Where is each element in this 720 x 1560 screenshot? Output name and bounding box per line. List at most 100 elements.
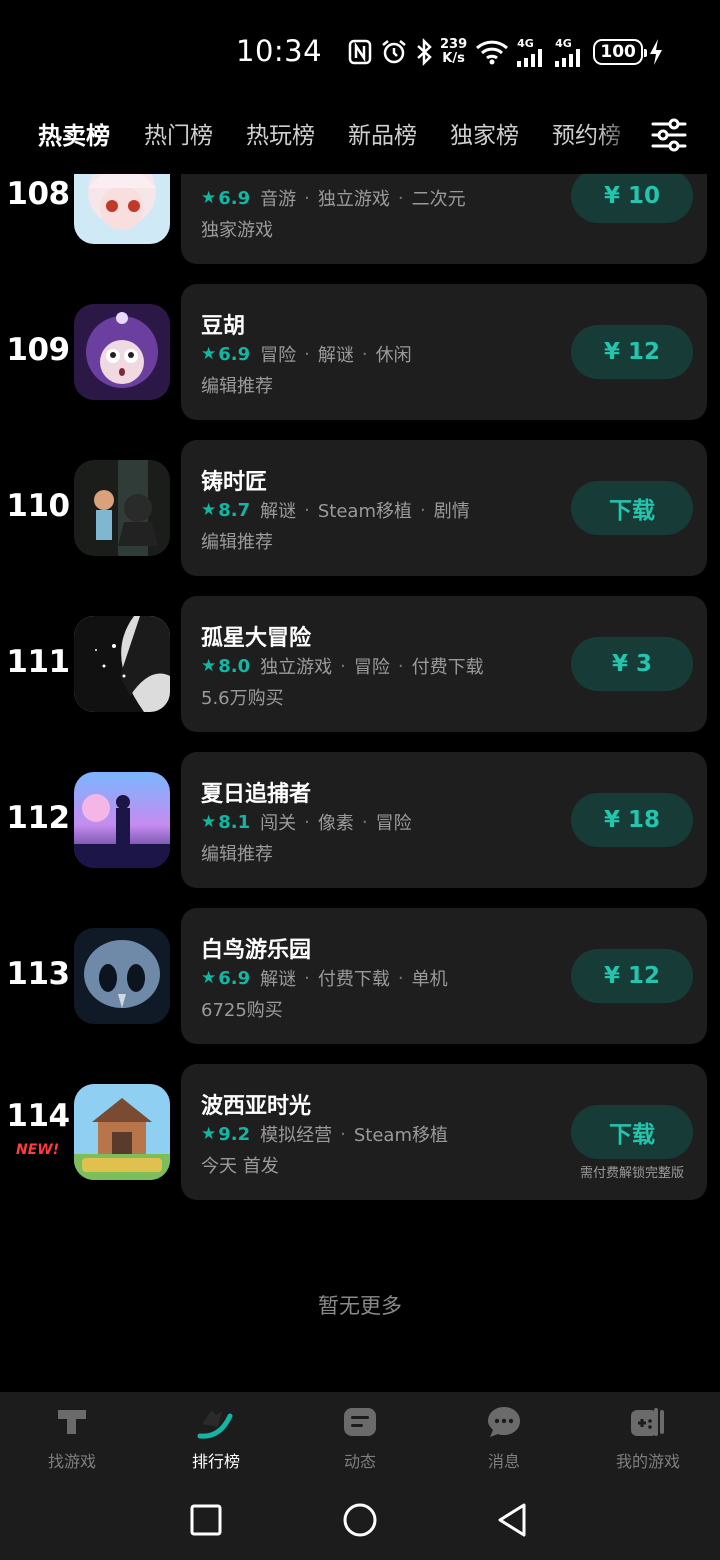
- price-button[interactable]: ¥ 3: [571, 637, 693, 691]
- list-item[interactable]: 波西亚时光 ★ 9.2 模拟经营 · Steam移植 今天 首发 下载 需付费解锁…: [0, 1064, 720, 1200]
- game-tag: 解谜: [317, 345, 354, 366]
- alarm-icon: [380, 38, 408, 66]
- tab-popular[interactable]: 热门榜: [144, 116, 213, 150]
- game-meta: ★ 6.9 冒险 · 解谜 · 休闲: [201, 341, 412, 367]
- game-tag: 冒险: [375, 813, 412, 834]
- game-icon[interactable]: [74, 772, 170, 868]
- game-tag: 音游: [260, 189, 297, 210]
- tab-exclusive[interactable]: 独家榜: [450, 116, 519, 150]
- game-card[interactable]: 夏日追捕者 ★ 8.1 闯关 · 像素 · 冒险 编辑推荐 ¥ 18: [181, 752, 707, 888]
- home-icon[interactable]: [340, 1500, 380, 1540]
- net-speed: 239 K/s: [440, 37, 468, 66]
- rank-number: 108: [6, 176, 70, 212]
- game-tag: 剧情: [433, 501, 470, 522]
- game-icon[interactable]: [74, 616, 170, 712]
- game-meta: ★ 9.2 模拟经营 · Steam移植: [201, 1121, 448, 1147]
- game-icon[interactable]: [74, 928, 170, 1024]
- status-icons: 239 K/s 4G 4G 100: [348, 34, 671, 70]
- download-button[interactable]: 下载: [571, 1105, 693, 1159]
- find-games-icon: [52, 1402, 92, 1442]
- game-name: 豆胡: [201, 314, 246, 339]
- clock: 10:34: [236, 34, 323, 68]
- list-item[interactable]: 铸时匠 ★ 8.7 解谜 · Steam移植 · 剧情 编辑推荐 下载 110: [0, 440, 720, 576]
- rank-number: 109: [6, 332, 70, 368]
- filter-icon[interactable]: [650, 116, 688, 154]
- game-name: 白鸟游乐园: [201, 938, 312, 963]
- nav-ranking[interactable]: 排行榜: [156, 1402, 276, 1472]
- status-bar: 10:34 239 K/s 4G 4G 100: [0, 0, 720, 100]
- game-card[interactable]: ★ 6.9 音游 · 独立游戏 · 二次元 独家游戏 ¥ 10: [181, 174, 707, 264]
- rank-number: 112: [6, 800, 70, 836]
- game-tag: 解谜: [260, 501, 297, 522]
- nav-find-games[interactable]: 找游戏: [12, 1402, 132, 1472]
- recents-icon[interactable]: [186, 1500, 226, 1540]
- tab-new[interactable]: 新品榜: [348, 116, 417, 150]
- game-meta: ★ 6.9 音游 · 独立游戏 · 二次元: [201, 185, 466, 211]
- list-item[interactable]: 夏日追捕者 ★ 8.1 闯关 · 像素 · 冒险 编辑推荐 ¥ 18 112: [0, 752, 720, 888]
- game-rating: 8.1: [218, 811, 251, 833]
- wifi-icon: [475, 39, 509, 65]
- game-tag: 像素: [317, 813, 354, 834]
- download-button[interactable]: 下载: [571, 481, 693, 535]
- star-icon: ★: [201, 1124, 217, 1144]
- game-icon[interactable]: [74, 304, 170, 400]
- game-icon[interactable]: [74, 460, 170, 556]
- price-button[interactable]: ¥ 12: [571, 949, 693, 1003]
- price-button[interactable]: ¥ 18: [571, 793, 693, 847]
- game-tag: Steam移植: [317, 501, 412, 522]
- nav-messages[interactable]: 消息: [444, 1402, 564, 1472]
- battery-icon: 100: [593, 39, 648, 65]
- game-icon[interactable]: [74, 174, 170, 244]
- tab-hot-sale[interactable]: 热卖榜: [36, 116, 112, 151]
- star-icon: ★: [201, 656, 217, 676]
- rank-number: 113: [6, 956, 70, 992]
- game-name: 铸时匠: [201, 470, 268, 495]
- tab-hot-play[interactable]: 热玩榜: [246, 116, 315, 150]
- game-meta: ★ 6.9 解谜 · 付费下载 · 单机: [201, 965, 448, 991]
- game-tag: 独立游戏: [260, 657, 333, 678]
- no-more-text: 暂无更多: [318, 1294, 402, 1318]
- my-games-icon: [628, 1402, 668, 1442]
- star-icon: ★: [201, 812, 217, 832]
- game-icon[interactable]: [74, 1084, 170, 1180]
- list-item[interactable]: ★ 6.9 音游 · 独立游戏 · 二次元 独家游戏 ¥ 10 108: [0, 174, 720, 264]
- game-tag: 解谜: [260, 969, 297, 990]
- list-item[interactable]: 孤星大冒险 ★ 8.0 独立游戏 · 冒险 · 付费下载 5.6万购买 ¥ 3 11…: [0, 596, 720, 732]
- nav-label: 找游戏: [47, 1452, 96, 1471]
- game-card[interactable]: 铸时匠 ★ 8.7 解谜 · Steam移植 · 剧情 编辑推荐 下载: [181, 440, 707, 576]
- ranking-icon: [196, 1402, 236, 1442]
- game-meta: ★ 8.1 闯关 · 像素 · 冒险: [201, 809, 412, 835]
- game-tag: 冒险: [260, 345, 297, 366]
- game-meta: ★ 8.7 解谜 · Steam移植 · 剧情: [201, 497, 470, 523]
- game-rating: 6.9: [218, 187, 251, 209]
- star-icon: ★: [201, 500, 217, 520]
- tab-fade: [598, 106, 638, 164]
- game-card[interactable]: 豆胡 ★ 6.9 冒险 · 解谜 · 休闲 编辑推荐 ¥ 12: [181, 284, 707, 420]
- price-button[interactable]: ¥ 12: [571, 325, 693, 379]
- game-card[interactable]: 白鸟游乐园 ★ 6.9 解谜 · 付费下载 · 单机 6725购买 ¥ 12: [181, 908, 707, 1044]
- price-button[interactable]: ¥ 10: [571, 174, 693, 223]
- signal-icon: 4G: [555, 38, 585, 67]
- ranking-tabs: 热卖榜 热门榜 热玩榜 新品榜 独家榜 预约榜: [0, 106, 720, 164]
- unlock-note: 需付费解锁完整版: [579, 1166, 684, 1181]
- nav-label: 消息: [487, 1452, 520, 1471]
- back-icon[interactable]: [494, 1500, 534, 1540]
- feed-icon: [340, 1402, 380, 1442]
- list-item[interactable]: 豆胡 ★ 6.9 冒险 · 解谜 · 休闲 编辑推荐 ¥ 12 109: [0, 284, 720, 420]
- game-rating: 9.2: [218, 1123, 251, 1145]
- game-rating: 8.7: [218, 499, 251, 521]
- nav-my-games[interactable]: 我的游戏: [588, 1402, 708, 1472]
- game-tag: Steam移植: [353, 1125, 448, 1146]
- game-name: 波西亚时光: [201, 1094, 312, 1119]
- list-item[interactable]: 白鸟游乐园 ★ 6.9 解谜 · 付费下载 · 单机 6725购买 ¥ 12 113: [0, 908, 720, 1044]
- game-card[interactable]: 孤星大冒险 ★ 8.0 独立游戏 · 冒险 · 付费下载 5.6万购买 ¥ 3: [181, 596, 707, 732]
- game-subtitle: 编辑推荐: [201, 532, 273, 553]
- game-tag: 单机: [411, 969, 448, 990]
- nav-feed[interactable]: 动态: [300, 1402, 420, 1472]
- star-icon: ★: [201, 344, 217, 364]
- game-list: ★ 6.9 音游 · 独立游戏 · 二次元 独家游戏 ¥ 10 108 豆胡 ★ 6…: [0, 174, 720, 1392]
- charging-icon: [649, 38, 663, 66]
- nav-label: 排行榜: [191, 1452, 240, 1471]
- game-card[interactable]: 波西亚时光 ★ 9.2 模拟经营 · Steam移植 今天 首发 下载 需付费解锁…: [181, 1064, 707, 1200]
- game-tag: 冒险: [353, 657, 390, 678]
